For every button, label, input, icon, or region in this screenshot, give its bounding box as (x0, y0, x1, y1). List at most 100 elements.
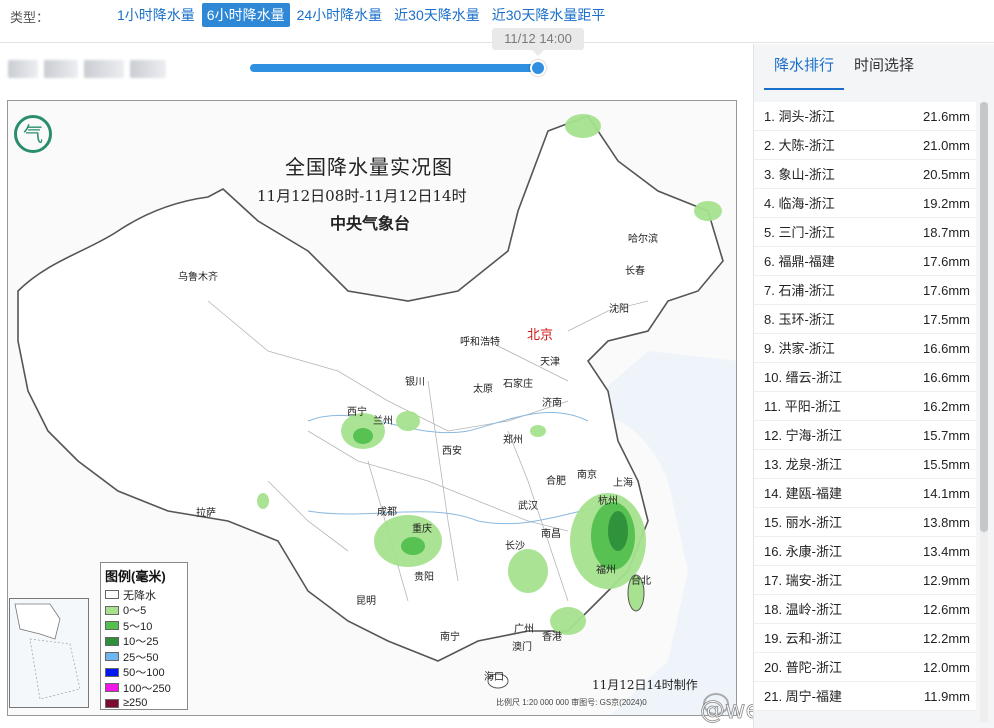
city-label: 贵阳 (414, 572, 434, 583)
ranking-row[interactable]: 7. 石浦-浙江 17.6mm (754, 276, 976, 305)
tab-precip-ranking[interactable]: 降水排行 (764, 44, 845, 90)
map-made-time: 11月12日14时制作 (592, 678, 698, 692)
south-china-sea-inset (9, 598, 89, 708)
ranking-row[interactable]: 10. 缙云-浙江 16.6mm (754, 363, 976, 392)
precip-value: 21.6mm (923, 109, 970, 124)
ranking-row[interactable]: 17. 瑞安-浙江 12.9mm (754, 566, 976, 595)
legend-swatch (105, 605, 119, 615)
city-label: 石家庄 (503, 379, 533, 390)
city-label: 哈尔滨 (628, 234, 658, 245)
city-label: 广州 (514, 624, 534, 635)
legend-swatch (105, 698, 119, 708)
tab-time-select[interactable]: 时间选择 (844, 44, 924, 90)
station-name: 11. 平阳-浙江 (764, 399, 842, 414)
city-label-capital: 北京 (527, 327, 554, 342)
ranking-row[interactable]: 8. 玉环-浙江 17.5mm (754, 305, 976, 334)
ranking-row[interactable]: 15. 丽水-浙江 13.8mm (754, 508, 976, 537)
ranking-row[interactable]: 9. 洪家-浙江 16.6mm (754, 334, 976, 363)
map-legend: 图例(毫米) 无降水 0～5 5～10 10～25 25～50 50～100 1… (100, 562, 188, 710)
precip-value: 15.5mm (923, 457, 970, 472)
ranking-row[interactable]: 21. 周宁-福建 11.9mm (754, 682, 976, 711)
precip-value: 12.2mm (923, 631, 970, 646)
legend-swatch (105, 667, 119, 677)
ranking-row[interactable]: 5. 三门-浙江 18.7mm (754, 218, 976, 247)
slider-handle[interactable] (530, 60, 546, 76)
ranking-row[interactable]: 13. 龙泉-浙江 15.5mm (754, 450, 976, 479)
station-name: 15. 丽水-浙江 (764, 515, 843, 530)
precip-value: 12.6mm (923, 602, 970, 617)
cma-logo-icon: 气 (14, 115, 52, 153)
ranking-row[interactable]: 1. 洞头-浙江 21.6mm (754, 102, 976, 131)
ranking-row[interactable]: 18. 温岭-浙江 12.6mm (754, 595, 976, 624)
station-name: 9. 洪家-浙江 (764, 341, 835, 356)
city-label: 长沙 (505, 541, 525, 552)
ranking-row[interactable]: 2. 大陈-浙江 21.0mm (754, 131, 976, 160)
scrollbar-thumb[interactable] (980, 102, 988, 532)
map-organization: 中央气象台 (330, 214, 411, 233)
precip-value: 16.6mm (923, 370, 970, 385)
map-scale: 比例尺 1:20 000 000 审图号: GS京(2024)0 (496, 698, 647, 707)
legend-swatch (105, 683, 119, 693)
station-name: 4. 临海-浙江 (764, 196, 835, 211)
station-name: 6. 福鼎-福建 (764, 254, 835, 269)
precip-value: 16.2mm (923, 399, 970, 414)
ranking-row[interactable]: 11. 平阳-浙江 16.2mm (754, 392, 976, 421)
legend-item: 10～25 (105, 634, 183, 650)
tab-6h-precip[interactable]: 6小时降水量 (201, 3, 290, 27)
tab-1h-precip[interactable]: 1小时降水量 (112, 3, 200, 27)
city-label: 太原 (473, 384, 493, 395)
ranking-panel: 降水排行 时间选择 1. 洞头-浙江 21.6mm 2. 大陈-浙江 21.0mm 3.… (753, 44, 994, 728)
city-label: 南昌 (541, 529, 561, 540)
tab-30d-anomaly[interactable]: 近30天降水量距平 (487, 3, 611, 27)
precip-value: 17.5mm (923, 312, 970, 327)
city-label: 西宁 (347, 407, 367, 418)
city-label: 重庆 (412, 524, 432, 535)
precip-value: 11.9mm (924, 689, 970, 704)
precip-value: 15.7mm (923, 428, 970, 443)
city-label: 武汉 (518, 501, 538, 512)
station-name: 7. 石浦-浙江 (764, 283, 835, 298)
city-label: 兰州 (373, 416, 393, 427)
ranking-row[interactable]: 12. 宁海-浙江 15.7mm (754, 421, 976, 450)
ranking-row[interactable]: 4. 临海-浙江 19.2mm (754, 189, 976, 218)
ranking-row[interactable]: 14. 建瓯-福建 14.1mm (754, 479, 976, 508)
city-label: 拉萨 (196, 508, 216, 519)
ranking-row[interactable]: 3. 象山-浙江 20.5mm (754, 160, 976, 189)
ranking-row[interactable]: 20. 普陀-浙江 12.0mm (754, 653, 976, 682)
legend-title: 图例(毫米) (105, 569, 166, 584)
station-name: 8. 玉环-浙江 (764, 312, 835, 327)
map-subtitle: 11月12日08时-11月12日14时 (257, 187, 467, 205)
station-name: 2. 大陈-浙江 (764, 138, 835, 153)
station-name: 5. 三门-浙江 (764, 225, 835, 240)
station-name: 13. 龙泉-浙江 (764, 457, 843, 472)
tab-24h-precip[interactable]: 24小时降水量 (292, 3, 388, 27)
city-label: 福州 (596, 565, 616, 576)
precip-value: 12.9mm (923, 573, 970, 588)
city-label: 香港 (542, 632, 562, 643)
precip-value: 17.6mm (923, 283, 970, 298)
time-slider[interactable] (250, 60, 546, 76)
station-name: 17. 瑞安-浙江 (764, 573, 843, 588)
ranking-row[interactable]: 16. 永康-浙江 13.4mm (754, 537, 976, 566)
station-name: 18. 温岭-浙江 (764, 602, 843, 617)
legend-item: 无降水 (105, 587, 183, 603)
precip-value: 20.5mm (923, 167, 970, 182)
legend-item: 100～250 (105, 680, 183, 696)
precip-value: 19.2mm (923, 196, 970, 211)
legend-item: 50～100 (105, 665, 183, 681)
precip-value: 18.7mm (923, 225, 970, 240)
city-label: 海口 (484, 672, 504, 683)
type-bar: 类型： 1小时降水量 6小时降水量 24小时降水量 近30天降水量 近30天降水… (0, 0, 994, 30)
ranking-list: 1. 洞头-浙江 21.6mm 2. 大陈-浙江 21.0mm 3. 象山-浙江 20.5… (754, 102, 976, 711)
slider-fill (250, 64, 540, 72)
legend-swatch (105, 636, 119, 646)
precip-value: 17.6mm (923, 254, 970, 269)
legend-swatch (105, 621, 119, 631)
blurred-logo (8, 56, 174, 82)
tab-30d-precip[interactable]: 近30天降水量 (389, 3, 485, 27)
station-name: 21. 周宁-福建 (764, 689, 843, 704)
precip-value: 14.1mm (923, 486, 970, 501)
ranking-row[interactable]: 19. 云和-浙江 12.2mm (754, 624, 976, 653)
type-label: 类型： (10, 10, 50, 25)
ranking-row[interactable]: 6. 福鼎-福建 17.6mm (754, 247, 976, 276)
